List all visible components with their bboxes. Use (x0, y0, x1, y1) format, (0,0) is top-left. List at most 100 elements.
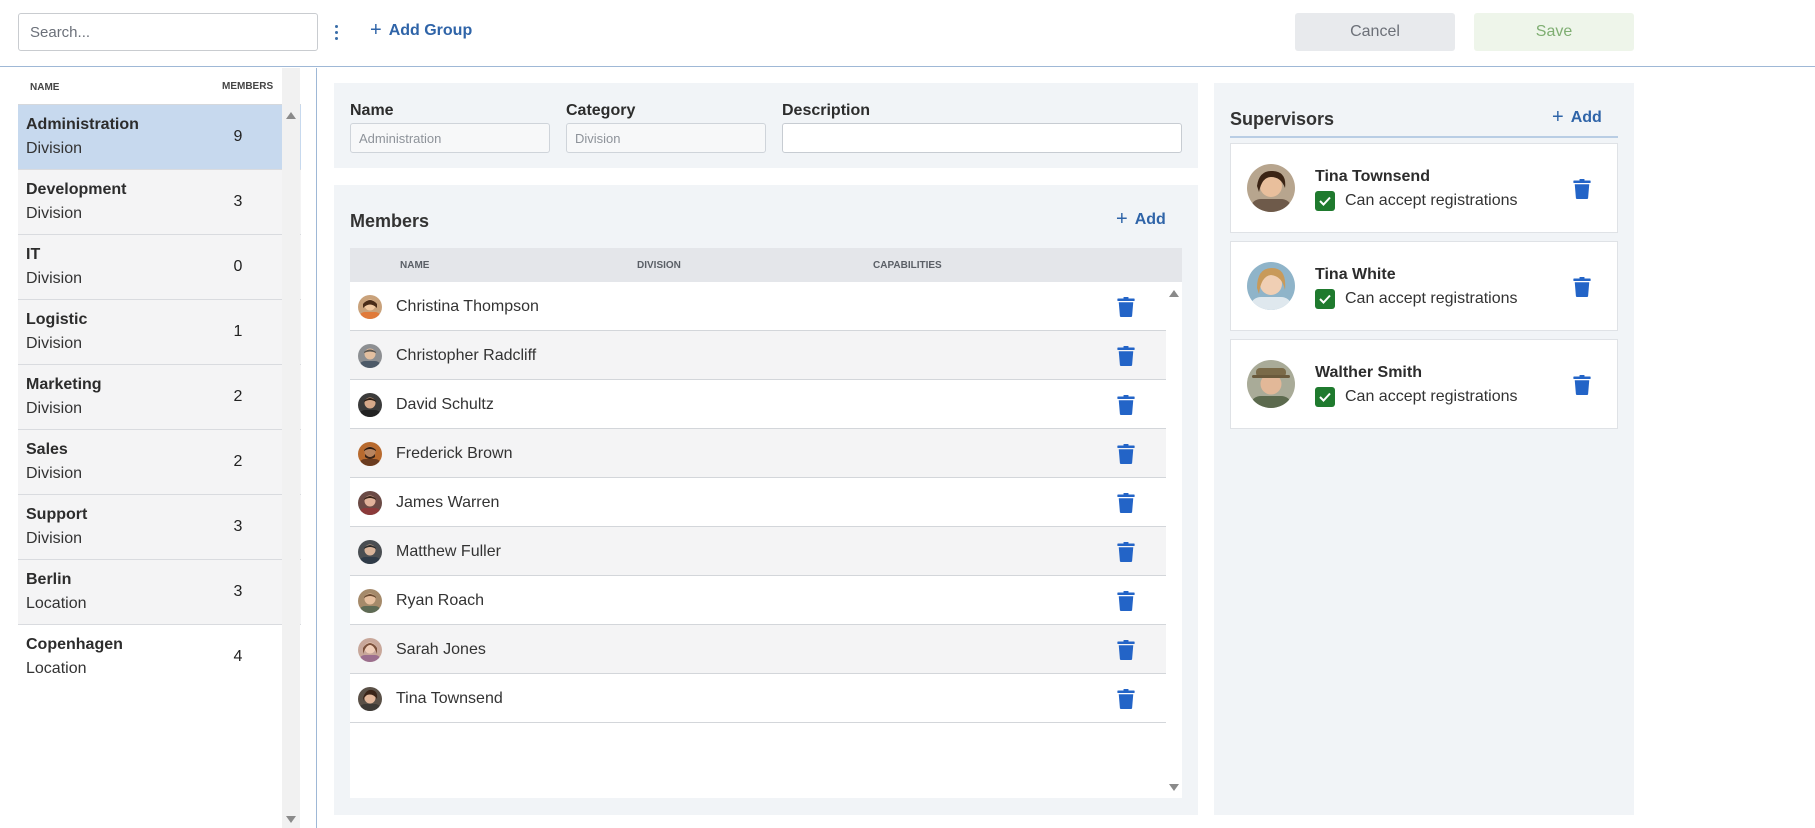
table-row[interactable]: Tina Townsend (350, 674, 1166, 723)
group-item-marketing[interactable]: Marketing Division 2 (18, 365, 301, 430)
group-category: Location (26, 595, 87, 612)
capability-label: Can accept registrations (1345, 290, 1518, 307)
member-name: Tina Townsend (396, 690, 503, 707)
table-row[interactable]: Ryan Roach (350, 576, 1166, 625)
trash-icon[interactable] (1117, 493, 1135, 513)
category-field[interactable] (566, 123, 766, 153)
table-row[interactable]: Christopher Radcliff (350, 331, 1166, 380)
group-name: Copenhagen (26, 636, 123, 653)
group-item-logistic[interactable]: Logistic Division 1 (18, 300, 301, 365)
group-member-count: 9 (233, 128, 243, 145)
trash-icon[interactable] (1573, 179, 1591, 199)
group-category: Division (26, 400, 83, 417)
plus-icon: + (1552, 106, 1564, 128)
category-label: Category (566, 102, 636, 119)
group-list: Administration Division 9 Development Di… (18, 105, 301, 690)
group-member-count: 1 (233, 323, 243, 340)
group-member-count: 3 (233, 193, 243, 210)
trash-icon[interactable] (1117, 640, 1135, 660)
scroll-up-arrow-icon[interactable] (1169, 290, 1179, 297)
supervisor-card: Tina Townsend Can accept registrations (1230, 143, 1618, 233)
group-member-count: 3 (233, 518, 243, 535)
group-list-panel: NAME MEMBERS Administration Division 9 D… (18, 68, 301, 828)
group-item-it[interactable]: IT Division 0 (18, 235, 301, 300)
avatar (358, 442, 382, 466)
group-category: Division (26, 465, 83, 482)
avatar (358, 295, 382, 319)
members-table-header: NAME DIVISION CAPABILITIES (350, 248, 1182, 282)
group-category: Division (26, 270, 83, 287)
group-name: Support (26, 506, 88, 523)
table-row[interactable]: Frederick Brown (350, 429, 1166, 478)
table-row[interactable]: David Schultz (350, 380, 1166, 429)
supervisors-underline (1230, 136, 1618, 138)
group-item-berlin[interactable]: Berlin Location 3 (18, 560, 301, 625)
group-item-development[interactable]: Development Division 3 (18, 170, 301, 235)
avatar (1247, 360, 1295, 408)
group-name: Administration (26, 116, 139, 133)
capability-checkbox[interactable] (1315, 289, 1335, 309)
trash-icon[interactable] (1573, 277, 1591, 297)
group-item-administration[interactable]: Administration Division 9 (18, 105, 301, 170)
table-row[interactable]: Matthew Fuller (350, 527, 1166, 576)
trash-icon[interactable] (1117, 346, 1135, 366)
name-field[interactable] (350, 123, 550, 153)
group-name: Marketing (26, 376, 102, 393)
avatar (358, 638, 382, 662)
group-category: Division (26, 140, 83, 157)
member-name: Christina Thompson (396, 298, 539, 315)
group-list-header: NAME MEMBERS (18, 68, 301, 105)
trash-icon[interactable] (1117, 444, 1135, 464)
group-item-sales[interactable]: Sales Division 2 (18, 430, 301, 495)
capability-checkbox[interactable] (1315, 191, 1335, 211)
capability-checkbox[interactable] (1315, 387, 1335, 407)
trash-icon[interactable] (1117, 689, 1135, 709)
name-label: Name (350, 102, 394, 119)
scroll-up-arrow-icon[interactable] (286, 112, 296, 119)
cancel-button[interactable]: Cancel (1295, 13, 1455, 51)
add-supervisor-button[interactable]: + Add (1552, 106, 1602, 128)
trash-icon[interactable] (1117, 591, 1135, 611)
panel-divider (316, 68, 317, 828)
group-item-copenhagen[interactable]: Copenhagen Location 4 (18, 625, 301, 690)
capability-label: Can accept registrations (1345, 388, 1518, 405)
avatar (358, 393, 382, 417)
member-name: Christopher Radcliff (396, 347, 537, 364)
save-button[interactable]: Save (1474, 13, 1634, 51)
supervisor-name: Tina Townsend (1315, 168, 1430, 185)
supervisor-name: Tina White (1315, 266, 1396, 283)
trash-icon[interactable] (1117, 542, 1135, 562)
table-row[interactable]: James Warren (350, 478, 1166, 527)
description-field[interactable] (782, 123, 1182, 153)
trash-icon[interactable] (1117, 395, 1135, 415)
trash-icon[interactable] (1117, 297, 1135, 317)
group-name: IT (26, 246, 41, 263)
avatar (358, 589, 382, 613)
members-table-scrollbar[interactable] (1166, 282, 1182, 798)
add-member-button[interactable]: + Add (1116, 208, 1166, 230)
trash-icon[interactable] (1573, 375, 1591, 395)
add-group-button[interactable]: + Add Group (370, 19, 473, 41)
top-toolbar: + Add Group Cancel Save (0, 0, 1815, 67)
group-item-support[interactable]: Support Division 3 (18, 495, 301, 560)
member-name: Ryan Roach (396, 592, 485, 609)
kebab-menu-icon[interactable] (330, 20, 342, 44)
plus-icon: + (1116, 208, 1128, 230)
avatar (358, 344, 382, 368)
group-list-scrollbar[interactable] (282, 68, 300, 828)
group-member-count: 4 (233, 648, 243, 665)
supervisor-card: Walther Smith Can accept registrations (1230, 339, 1618, 429)
avatar (358, 540, 382, 564)
scroll-down-arrow-icon[interactable] (1169, 784, 1179, 791)
table-row[interactable]: Sarah Jones (350, 625, 1166, 674)
add-group-label: Add Group (388, 22, 473, 39)
avatar (358, 491, 382, 515)
group-details-panel: Name Category Description (334, 83, 1198, 168)
scroll-down-arrow-icon[interactable] (286, 816, 296, 823)
supervisor-card: Tina White Can accept registrations (1230, 241, 1618, 331)
table-row[interactable]: Christina Thompson (350, 282, 1166, 331)
avatar (358, 687, 382, 711)
search-input[interactable] (18, 13, 318, 51)
plus-icon: + (370, 19, 382, 41)
group-category: Location (26, 660, 87, 677)
